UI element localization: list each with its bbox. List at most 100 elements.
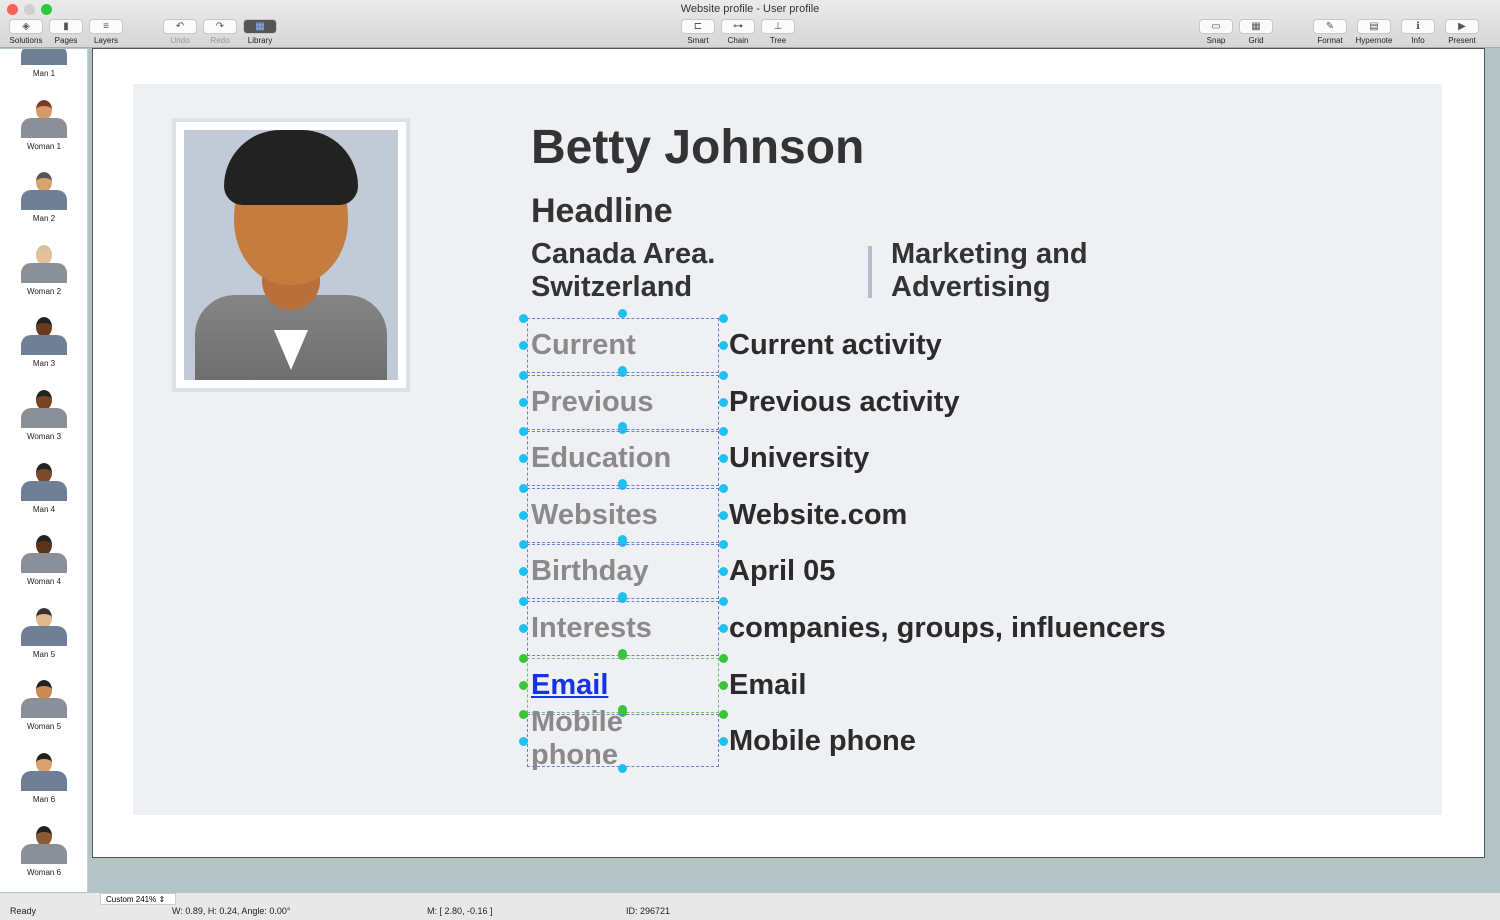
library-item[interactable]: Man 3 (0, 317, 87, 368)
chain-icon: ⊶ (721, 19, 755, 34)
selection-handle[interactable] (618, 478, 627, 488)
hypernote-button[interactable]: ▤ Hypernote (1354, 19, 1394, 45)
status-id: ID: 296721 (626, 906, 671, 916)
snap-button[interactable]: ▭ Snap (1196, 19, 1236, 45)
avatar-icon (36, 99, 52, 120)
avatar-icon (36, 680, 52, 701)
avatar-icon (36, 462, 52, 483)
selection-handle[interactable] (719, 483, 728, 493)
selection-handle[interactable] (719, 653, 728, 663)
divider (868, 246, 872, 298)
selection-handle[interactable] (519, 680, 528, 690)
avatar-icon (36, 607, 52, 628)
selection-handle[interactable] (719, 370, 728, 380)
title-bar: Website profile - User profile ◈ Solution… (0, 0, 1500, 48)
profile-name[interactable]: Betty Johnson (531, 120, 864, 175)
selection-handle[interactable] (519, 397, 528, 407)
zoom-select[interactable]: Custom 241% ⇕ (100, 893, 176, 905)
pages-icon: ▮ (49, 19, 83, 34)
selection-handle[interactable] (719, 314, 728, 323)
field-label[interactable]: Websites (531, 499, 658, 532)
field-label[interactable]: Previous (531, 386, 654, 419)
library-item[interactable]: Woman 2 (0, 244, 87, 296)
selection-handle[interactable] (519, 624, 528, 633)
selection-handle[interactable] (519, 653, 528, 663)
redo-button[interactable]: ↷ Redo (200, 19, 240, 45)
selection-handle[interactable] (719, 597, 728, 606)
field-label[interactable]: Current (531, 329, 636, 362)
field-label[interactable]: Education (531, 442, 671, 475)
library-button[interactable]: ▦ Library (240, 19, 280, 45)
selection-handle[interactable] (519, 510, 528, 520)
field-value[interactable]: Previous activity (729, 386, 960, 419)
library-item[interactable]: Woman 5 (0, 680, 87, 731)
field-label[interactable]: Mobile phone (531, 706, 651, 772)
layers-icon: ≡ (89, 19, 123, 34)
status-mouse: M: [ 2.80, -0.16 ] (427, 906, 493, 916)
selection-handle[interactable] (519, 314, 528, 323)
field-value[interactable]: companies, groups, influencers (729, 612, 1166, 645)
field-value[interactable]: Mobile phone (729, 725, 916, 758)
selection-handle[interactable] (719, 397, 728, 407)
avatar-icon (36, 317, 52, 338)
avatar-icon (36, 535, 52, 556)
undo-button[interactable]: ↶ Undo (160, 19, 200, 45)
tree-button[interactable]: ⊥ Tree (758, 19, 798, 45)
library-item[interactable]: Woman 4 (0, 535, 87, 586)
library-item[interactable]: Man 1 (0, 49, 87, 78)
grid-icon: ▦ (1239, 19, 1273, 34)
snap-icon: ▭ (1199, 19, 1233, 34)
smart-button[interactable]: ⊏ Smart (678, 19, 718, 45)
selection-handle[interactable] (719, 624, 728, 633)
field-label[interactable]: Birthday (531, 555, 649, 588)
library-item[interactable]: Woman 6 (0, 825, 87, 877)
format-icon: ✎ (1313, 19, 1347, 34)
library-icon: ▦ (243, 19, 277, 34)
field-value[interactable]: April 05 (729, 555, 835, 588)
chain-button[interactable]: ⊶ Chain (718, 19, 758, 45)
smart-connector-icon: ⊏ (681, 19, 715, 34)
selection-handle[interactable] (519, 597, 528, 606)
profile-photo[interactable] (172, 118, 410, 392)
selection-handle[interactable] (519, 370, 528, 380)
status-ready: Ready (10, 906, 37, 916)
window-title: Website profile - User profile (680, 3, 820, 15)
field-value[interactable]: Current activity (729, 329, 942, 362)
selection-handle[interactable] (719, 680, 728, 690)
library-item[interactable]: Man 6 (0, 753, 87, 804)
library-item[interactable]: Woman 1 (0, 99, 87, 151)
redo-icon: ↷ (203, 19, 237, 34)
field-value[interactable]: Website.com (729, 499, 907, 532)
selection-handle[interactable] (618, 648, 627, 658)
selection-handle[interactable] (618, 592, 627, 601)
grid-button[interactable]: ▦ Grid (1236, 19, 1276, 45)
field-label[interactable]: Interests (531, 612, 652, 645)
selection-handle[interactable] (519, 341, 528, 350)
present-icon: ▶ (1445, 19, 1479, 34)
field-value[interactable]: University (729, 442, 869, 475)
solutions-icon: ◈ (9, 19, 43, 34)
solutions-button[interactable]: ◈ Solutions (6, 19, 46, 45)
selection-handle[interactable] (519, 483, 528, 493)
selection-handle[interactable] (618, 365, 627, 375)
selection-handle[interactable] (719, 510, 728, 520)
library-item[interactable]: Man 4 (0, 462, 87, 514)
avatar-icon (36, 172, 52, 193)
pages-button[interactable]: ▮ Pages (46, 19, 86, 45)
status-bar: Ready W: 0.89, H: 0.24, Angle: 0.00° M: … (0, 893, 1500, 920)
library-item[interactable]: Woman 3 (0, 390, 87, 441)
field-label[interactable]: Email (531, 669, 608, 702)
layers-button[interactable]: ≡ Layers (86, 19, 126, 45)
format-button[interactable]: ✎ Format (1310, 19, 1350, 45)
library-item[interactable]: Man 2 (0, 172, 87, 223)
info-button[interactable]: ℹ Info (1398, 19, 1438, 45)
profile-industry[interactable]: Marketing and Advertising (891, 238, 1131, 304)
avatar-icon (36, 244, 52, 265)
selection-handle[interactable] (719, 341, 728, 350)
present-button[interactable]: ▶ Present (1442, 19, 1482, 45)
library-item[interactable]: Man 5 (0, 607, 87, 659)
field-value[interactable]: Email (729, 669, 806, 702)
selection-handle[interactable] (618, 309, 627, 318)
profile-headline[interactable]: Headline (531, 192, 673, 231)
profile-location[interactable]: Canada Area. Switzerland (531, 238, 751, 304)
